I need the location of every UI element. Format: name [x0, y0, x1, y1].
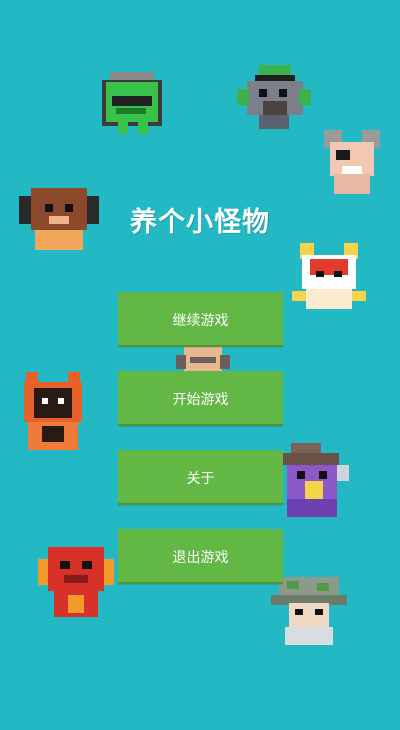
game-title: 养个小怪物	[130, 207, 270, 238]
red-dragon-icon	[38, 545, 114, 619]
bald-monster-icon	[174, 347, 232, 373]
gray-mushroom-icon	[271, 575, 347, 647]
continue-game-button[interactable]: 继续游戏	[118, 292, 283, 347]
gray-mouse-icon	[322, 124, 382, 196]
exit-game-button[interactable]: 退出游戏	[118, 529, 283, 584]
about-button[interactable]: 关于	[118, 450, 283, 505]
green-goblin-icon	[96, 68, 168, 140]
orange-cat-icon	[22, 372, 84, 454]
red-fox-icon	[292, 241, 366, 315]
green-hat-dwarf-icon	[237, 63, 311, 133]
start-game-button[interactable]: 开始游戏	[118, 371, 283, 426]
purple-wizard-icon	[277, 441, 351, 521]
